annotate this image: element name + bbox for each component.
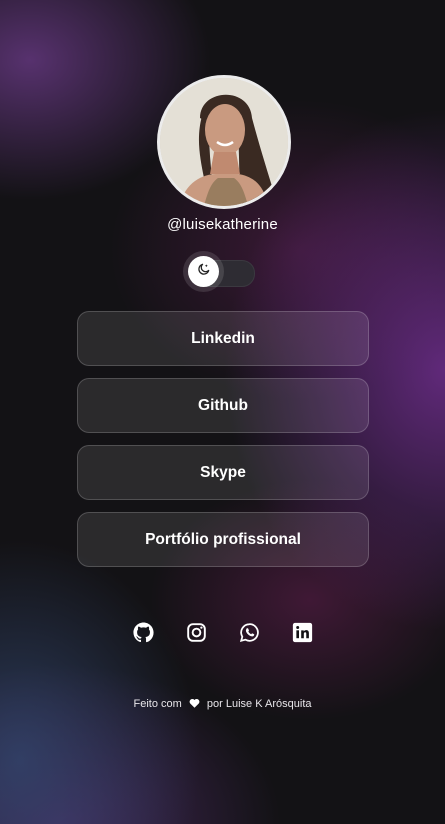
profile-page: @luisekatherine Linkedin Github Skype Po…	[0, 0, 445, 824]
footer-prefix: Feito com	[133, 698, 182, 710]
heart-icon	[189, 698, 200, 711]
moon-icon	[197, 262, 211, 281]
footer-suffix: por Luise K Arósquita	[206, 698, 312, 710]
whatsapp-icon[interactable]	[239, 622, 260, 643]
skype-link-button[interactable]: Skype	[77, 445, 369, 500]
social-icons	[0, 622, 445, 643]
toggle-knob[interactable]	[188, 256, 219, 287]
linkedin-icon[interactable]	[292, 622, 313, 643]
github-link-button[interactable]: Github	[77, 378, 369, 433]
portfolio-link-button[interactable]: Portfólio profissional	[77, 512, 369, 567]
username: @luisekatherine	[167, 216, 278, 233]
instagram-icon[interactable]	[186, 622, 207, 643]
linkedin-link-button[interactable]: Linkedin	[77, 311, 369, 366]
link-list: Linkedin Github Skype Portfólio profissi…	[77, 311, 369, 579]
github-icon[interactable]	[132, 622, 154, 643]
footer: Feito com por Luise K Arósquita	[0, 698, 445, 711]
avatar	[157, 75, 291, 209]
theme-toggle[interactable]	[188, 256, 255, 287]
